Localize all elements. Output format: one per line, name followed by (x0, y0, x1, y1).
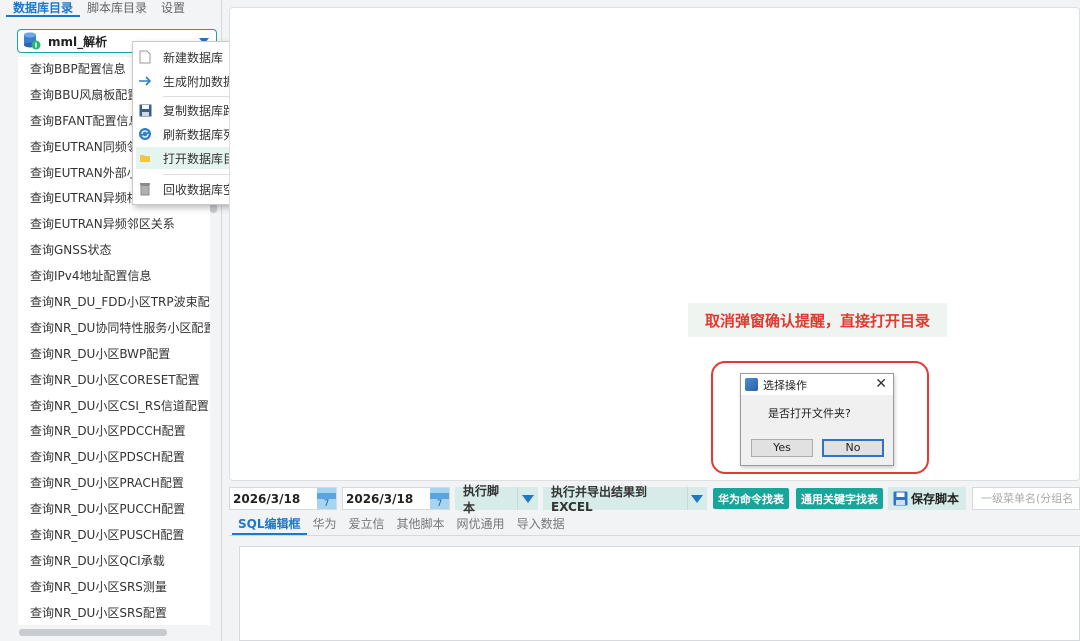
keyword-lookup-button[interactable]: 通用关键字找表 (796, 488, 883, 509)
tab-ericsson[interactable]: 爱立信 (343, 515, 391, 535)
tab-script-dir[interactable]: 脚本库目录 (80, 0, 154, 17)
list-item[interactable]: 查询NR_DU小区QCI承载 (18, 549, 210, 575)
tab-database-dir[interactable]: 数据库目录 (6, 0, 81, 17)
trash-icon (137, 181, 153, 197)
horizontal-scrollbar[interactable] (19, 629, 167, 636)
folder-icon (137, 150, 153, 166)
confirm-dialog: 选择操作 ✕ 是否打开文件夹? Yes No (740, 373, 894, 466)
arrow-right-icon (137, 73, 153, 89)
list-item[interactable]: 查询EUTRAN异频邻区关系 (18, 212, 210, 238)
editor-tabs: SQL编辑框 华为 爱立信 其他脚本 网优通用 导入数据 (232, 515, 571, 535)
list-item[interactable]: 查询NR_DU小区PDCCH配置 (18, 419, 210, 445)
dialog-title: 选择操作 (763, 378, 807, 392)
list-item[interactable]: 查询NR_DU协同特性服务小区配置 (18, 316, 210, 342)
main-canvas (229, 7, 1080, 481)
annotation-label: 取消弹窗确认提醒，直接打开目录 (688, 303, 947, 337)
tab-settings[interactable]: 设置 (154, 0, 192, 17)
run-export-button[interactable]: 执行并导出结果到EXCEL (543, 485, 707, 514)
list-item[interactable]: 查询NR_DU小区CORESET配置 (18, 368, 210, 394)
list-item[interactable]: 查询NR_DU小区PUSCH配置 (18, 523, 210, 549)
no-button[interactable]: No (822, 439, 884, 457)
list-item[interactable]: 查询NR_DU小区BWP配置 (18, 342, 210, 368)
new-file-icon (137, 49, 153, 65)
list-item[interactable]: 查询IPv4地址配置信息 (18, 264, 210, 290)
calendar-icon[interactable]: 7 (430, 488, 449, 509)
yes-button[interactable]: Yes (751, 439, 813, 457)
list-item[interactable]: 查询NR_DU小区SRS测量 (18, 575, 210, 601)
dialog-titlebar: 选择操作 ✕ (741, 374, 893, 395)
tab-import-data[interactable]: 导入数据 (511, 515, 571, 535)
calendar-icon[interactable]: 7 (317, 488, 336, 509)
list-item[interactable]: 查询NR_DU小区SRS配置 (18, 601, 210, 625)
chevron-down-icon[interactable] (686, 487, 707, 510)
start-date-field[interactable]: 2026/3/18 7 (229, 487, 337, 510)
list-item[interactable]: 查询NR_DU小区PRACH配置 (18, 471, 210, 497)
tab-other-scripts[interactable]: 其他脚本 (391, 515, 451, 535)
chevron-down-icon[interactable] (516, 487, 538, 510)
list-item[interactable]: 查询NR_DU小区CSI_RS信道配置 (18, 394, 210, 420)
sql-editor[interactable] (239, 546, 1080, 641)
divider (229, 535, 1080, 536)
dialog-message: 是否打开文件夹? (768, 407, 851, 420)
refresh-icon (137, 126, 153, 142)
list-item[interactable]: 查询NR_DU_FDD小区TRP波束配置 (18, 290, 210, 316)
list-item[interactable]: 查询NR_DU小区PUCCH配置 (18, 497, 210, 523)
database-icon (22, 31, 42, 51)
save-script-button[interactable]: 保存脚本 (888, 487, 966, 510)
tab-sql-editor[interactable]: SQL编辑框 (232, 515, 307, 535)
floppy-disk-icon (137, 102, 153, 118)
run-script-button[interactable]: 执行脚本 (455, 484, 538, 515)
tab-huawei[interactable]: 华为 (307, 515, 343, 535)
floppy-disk-icon (893, 491, 908, 506)
huawei-command-lookup-button[interactable]: 华为命令找表 (713, 488, 789, 509)
close-icon[interactable]: ✕ (875, 376, 887, 392)
list-item[interactable]: 查询GNSS状态 (18, 238, 210, 264)
tab-network-opt[interactable]: 网优通用 (451, 515, 511, 535)
end-date-field[interactable]: 2026/3/18 7 (342, 487, 450, 510)
list-item[interactable]: 查询NR_DU小区PDSCH配置 (18, 445, 210, 471)
menu-search-input[interactable] (972, 487, 1080, 510)
top-tabs: 数据库目录 脚本库目录 设置 (6, 0, 192, 17)
app-icon (745, 378, 758, 391)
